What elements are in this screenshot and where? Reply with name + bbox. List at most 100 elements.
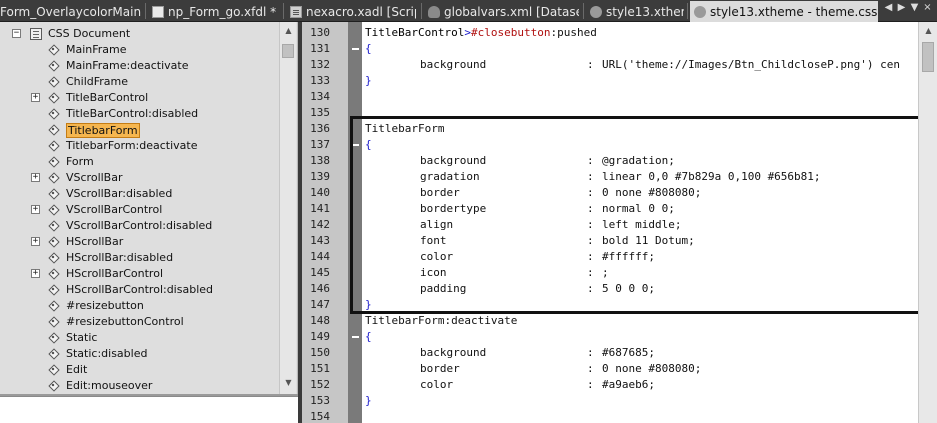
fold-toggle-icon[interactable]: [352, 144, 359, 146]
fold-margin[interactable]: [348, 22, 362, 423]
css-selector-icon: [48, 236, 59, 247]
tab-scroll-right-icon[interactable]: ▶: [897, 2, 906, 13]
tree-item[interactable]: #resizebuttonControl: [0, 314, 276, 330]
tab-5[interactable]: style13.xtheme: [586, 1, 684, 22]
tree-item-label: MainFrame: [66, 43, 127, 56]
tab-6[interactable]: style13.xtheme - theme.css×: [690, 1, 878, 22]
tree-item[interactable]: Edit:mouseover: [0, 378, 276, 394]
css-value: 5 0 0 0;: [602, 282, 655, 295]
tree-item[interactable]: TitleBarControl:disabled: [0, 106, 276, 122]
expand-icon[interactable]: +: [31, 93, 40, 102]
tree-item-label: TitleBarControl: [66, 91, 149, 104]
expand-icon[interactable]: +: [31, 205, 40, 214]
code-line: TitleBarControl>#closebutton:pushed: [365, 25, 597, 41]
tree-item-label: #resizebuttonControl: [66, 315, 184, 328]
tree-root[interactable]: − CSS Document: [0, 26, 276, 42]
tree-vertical-scrollbar[interactable]: ▲ ▼: [279, 22, 296, 394]
css-property: color: [420, 378, 454, 391]
tree-item[interactable]: HScrollBarControl:disabled: [0, 282, 276, 298]
css-colon: :: [587, 154, 594, 167]
css-brace: }: [365, 298, 372, 311]
css-selector: TitleBarControl: [365, 26, 465, 39]
css-selector-icon: [48, 316, 59, 327]
line-number: 145: [310, 266, 330, 279]
line-number: 132: [310, 58, 330, 71]
css-selector-icon: [48, 60, 59, 71]
tree-item[interactable]: + VScrollBarControl: [0, 202, 276, 218]
theme-icon: [694, 5, 706, 18]
css-property: gradation: [420, 170, 480, 183]
tab-1[interactable]: Form_OverlaycolorMain.xfdl: [0, 1, 142, 22]
css-id-selector: #closebutton: [470, 26, 551, 39]
css-selector-icon: [48, 108, 59, 119]
tab-2[interactable]: np_Form_go.xfdl *: [148, 1, 278, 22]
tree-scroll-down-arrow-icon[interactable]: ▼: [281, 375, 296, 391]
css-selector-icon: [48, 284, 59, 295]
tree-item[interactable]: TitlebarForm:deactivate: [0, 138, 276, 154]
tree-item-label: VScrollBarControl: [66, 203, 163, 216]
tab-list-dropdown-icon[interactable]: ▼: [910, 2, 919, 13]
css-colon: :: [587, 250, 594, 263]
css-value: normal 0 0;: [602, 202, 675, 215]
tree-item-label: ChildFrame: [66, 75, 129, 88]
tab-3[interactable]: nexacro.xadl [Script]: [286, 1, 416, 22]
tab-4[interactable]: globalvars.xml [Datasets]: [424, 1, 579, 22]
css-property: border: [420, 362, 460, 375]
tree-item[interactable]: + VScrollBar: [0, 170, 276, 186]
line-number: 153: [310, 394, 330, 407]
tree-item[interactable]: Edit: [0, 362, 276, 378]
css-selector-icon: [48, 172, 59, 183]
code-editor[interactable]: TitleBarControl>#closebutton:pushed{back…: [362, 22, 918, 423]
css-brace: {: [365, 42, 372, 55]
tab-label: np_Form_go.xfdl *: [168, 4, 277, 19]
tree-scroll-up-arrow-icon[interactable]: ▲: [281, 23, 296, 39]
css-selector-icon: [48, 188, 59, 199]
editor-vertical-scrollbar[interactable]: ▲: [918, 22, 937, 423]
css-brace: {: [365, 330, 372, 343]
tree-item-label: Static:disabled: [66, 347, 148, 360]
tree-item-label: Static: [66, 331, 98, 344]
expand-icon[interactable]: +: [31, 237, 40, 246]
tree-item[interactable]: HScrollBar:disabled: [0, 250, 276, 266]
theme-icon: [590, 5, 602, 18]
fold-toggle-icon[interactable]: [352, 336, 359, 338]
tree-item-label: Form: [66, 155, 94, 168]
tree-item[interactable]: Static:disabled: [0, 346, 276, 362]
css-property: align: [420, 218, 454, 231]
tree-item[interactable]: VScrollBar:disabled: [0, 186, 276, 202]
tree-item[interactable]: + HScrollBarControl: [0, 266, 276, 282]
fold-toggle-icon[interactable]: [352, 48, 359, 50]
tree-item-label: TitleBarControl:disabled: [66, 107, 199, 120]
tree-item[interactable]: VScrollBarControl:disabled: [0, 218, 276, 234]
line-number: 142: [310, 218, 330, 231]
css-property: padding: [420, 282, 467, 295]
css-selector-icon: [48, 44, 59, 55]
editor-scroll-thumb[interactable]: [922, 42, 934, 72]
tree-item[interactable]: Static: [0, 330, 276, 346]
tree-item-label: #resizebutton: [66, 299, 144, 312]
close-all-tabs-icon[interactable]: ×: [923, 2, 932, 13]
line-number: 143: [310, 234, 330, 247]
tree-scroll-thumb[interactable]: [282, 44, 294, 58]
line-number: 133: [310, 74, 330, 87]
tree-item-label: MainFrame:deactivate: [66, 59, 189, 72]
tree-item[interactable]: ChildFrame: [0, 74, 276, 90]
tree-item[interactable]: MainFrame: [0, 42, 276, 58]
expand-icon[interactable]: +: [31, 269, 40, 278]
tree-item[interactable]: MainFrame:deactivate: [0, 58, 276, 74]
collapse-icon[interactable]: −: [12, 29, 21, 38]
css-brace: {: [365, 138, 372, 151]
expand-icon[interactable]: +: [31, 173, 40, 182]
css-value: 0 none #808080;: [602, 362, 702, 375]
tree-item[interactable]: + HScrollBar: [0, 234, 276, 250]
css-value: #a9aeb6;: [602, 378, 655, 391]
css-selector-icon: [48, 348, 59, 359]
tab-scroll-left-icon[interactable]: ◀: [884, 2, 893, 13]
tree-item[interactable]: + TitleBarControl: [0, 90, 276, 106]
css-colon: :: [587, 266, 594, 279]
tab-label: Form_OverlaycolorMain.xfdl: [0, 4, 142, 19]
tree-item[interactable]: TitlebarForm: [0, 122, 276, 138]
tree-item[interactable]: #resizebutton: [0, 298, 276, 314]
editor-scroll-up-arrow-icon[interactable]: ▲: [921, 23, 936, 39]
tree-item[interactable]: Form: [0, 154, 276, 170]
